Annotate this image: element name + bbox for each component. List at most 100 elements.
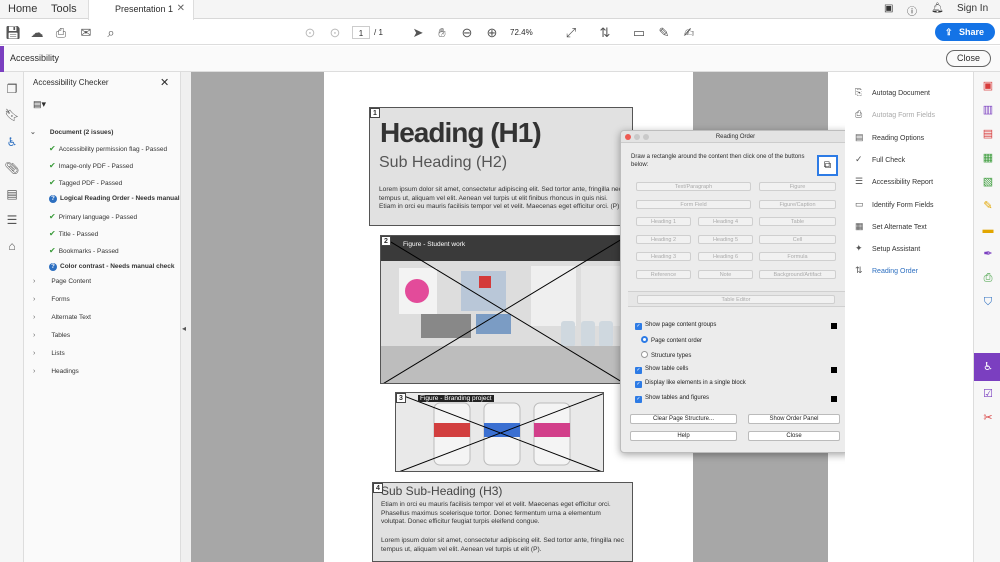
checker-item[interactable]: ✔ Primary language - Passed [49,212,137,221]
checker-close-icon[interactable]: ✕ [160,76,169,89]
close-dot-icon[interactable] [625,134,631,140]
tag-button[interactable]: Figure/Caption [759,199,836,209]
action-wizard-icon[interactable]: ☑ [980,386,996,402]
page-number-input[interactable]: 1 [352,26,370,39]
attachment-icon[interactable]: 📎︎ [4,161,20,177]
tag-button[interactable]: Text/Paragraph [636,182,751,191]
layers-icon[interactable]: ▤ [4,187,20,203]
more-tools-icon[interactable]: ✂ [980,410,996,426]
protect-icon[interactable]: ⛉ [980,294,996,310]
checker-item[interactable]: ✔ Title - Passed [49,229,98,238]
bookmark-icon[interactable]: 🔖︎ [4,108,20,124]
checker-item[interactable]: ✔ Image-only PDF - Passed [49,161,133,170]
show-groups-checkbox[interactable]: ✓ Show page content groups [635,322,716,330]
show-tables-checkbox[interactable]: ✓ Show tables and figures [635,395,709,403]
close-tab-icon[interactable]: ✕ [177,3,185,14]
tools-tab[interactable]: Tools [51,3,77,15]
print-production-icon[interactable]: ⎙ [980,270,996,286]
accessibility-rail-selected[interactable]: ♿︎ [974,353,1000,381]
search-icon[interactable]: ⌕ [103,25,119,41]
print-icon[interactable]: ⎙ [53,25,69,41]
document-node[interactable]: ⌄ Document (2 issues) [30,128,113,136]
collapse-arrow-icon[interactable]: ◂ [182,324,186,333]
tool-reading-options[interactable]: ▤ Reading Options [855,132,924,143]
content-group-4[interactable]: 4 Sub Sub-Heading (H3) Etiam in orci eu … [372,482,633,562]
zoom-out-icon[interactable]: ⊖ [459,25,475,41]
page-content-order-radio[interactable]: Page content order [641,336,702,344]
tag-button[interactable]: Table [759,217,836,226]
tag-button[interactable]: Heading 3 [636,252,691,261]
tool-autotag-document[interactable]: ⎘ Autotag Document [855,87,930,98]
close-accessibility-button[interactable]: Close [946,50,991,67]
scroll-mode-icon[interactable]: ⇅ [597,25,613,41]
checker-section[interactable]: › Alternate Text [33,314,91,321]
bell-icon[interactable]: 🔔︎ [931,3,944,14]
structure-types-radio[interactable]: Structure types [641,351,691,359]
tag-button[interactable]: Heading 6 [698,252,753,261]
tag-button[interactable]: Figure [759,182,836,191]
zoom-in-icon[interactable]: ⊕ [484,25,500,41]
checker-section[interactable]: › Forms [33,296,70,303]
tag-button[interactable]: Heading 2 [636,234,691,244]
save-icon[interactable]: 💾︎ [5,25,22,41]
combine-icon[interactable]: ▥ [980,102,996,118]
tag-button[interactable]: Heading 1 [636,217,691,226]
tool-setup-assistant[interactable]: ✦ Setup Assistant [855,243,920,254]
show-order-panel-button[interactable]: Show Order Panel [748,414,840,424]
organize-icon[interactable]: ▧ [980,174,996,190]
tool-set-alternate-text[interactable]: ▦ Set Alternate Text [855,221,927,232]
checker-section[interactable]: › Headings [33,368,79,375]
fill-sign-icon[interactable]: ✎ [980,198,996,214]
export-pdf-icon[interactable]: ▤ [980,126,996,142]
comment-tool-icon[interactable]: ▭ [631,25,647,41]
checker-item[interactable]: ? Logical Reading Order - Needs manual [49,195,180,203]
close-dialog-button[interactable]: Close [748,431,840,441]
content-group-3[interactable]: 3 Figure - Branding project [395,392,604,472]
options-menu-icon[interactable]: ▤▾ [33,99,46,110]
checker-section[interactable]: › Lists [33,350,65,357]
content-icon[interactable]: ☰ [4,213,20,229]
tag-button[interactable]: Heading 5 [698,234,753,244]
tag-button[interactable]: Heading 4 [698,217,753,226]
tool-reading-order[interactable]: ⇅ Reading Order [855,265,918,276]
tag-button[interactable]: Cell [759,234,836,244]
tool-identify-form-fields[interactable]: ▭ Identify Form Fields [855,199,933,210]
tag-button[interactable]: Background/Artifact [759,269,836,279]
table-editor-button[interactable]: Table Editor [637,295,835,304]
edit-pdf-icon[interactable]: ▦ [980,150,996,166]
checker-item[interactable]: ? Color contrast - Needs manual check [49,263,175,271]
sign-icon[interactable]: ✍︎ [681,25,697,41]
prev-page-icon[interactable]: ⊙ [302,25,318,41]
tool-autotag-form-fields[interactable]: ⎙ Autotag Form Fields [855,109,935,120]
checker-section[interactable]: › Tables [33,332,70,339]
comment-icon[interactable]: ▣ [884,3,893,14]
help-button[interactable]: Help [630,431,737,441]
sign-in-link[interactable]: Sign In [957,3,988,14]
cells-color-swatch[interactable] [831,367,837,373]
home-tab[interactable]: Home [8,3,37,15]
tags-icon[interactable]: ⌂ [4,239,20,255]
content-group-2[interactable]: 2 Figure - Student work [380,235,626,384]
highlight-icon[interactable]: ✎ [656,25,672,41]
upload-icon[interactable]: ☁ [29,25,45,41]
share-button[interactable]: ⇪ Share [935,23,995,41]
clear-structure-button[interactable]: Clear Page Structure... [630,414,737,424]
content-group-1[interactable]: 1 Heading (H1) Sub Heading (H2) Lorem ip… [369,107,633,226]
tag-button[interactable]: Reference [636,269,691,279]
create-pdf-icon[interactable]: ▣ [980,78,996,94]
document-tab[interactable]: Presentation 1 ✕ [88,0,194,20]
next-page-icon[interactable]: ⊙ [327,25,343,41]
stamp-icon[interactable]: ✒ [980,246,996,262]
tool-full-check[interactable]: ✓ Full Check [855,154,905,165]
tag-button[interactable]: Form Field [636,199,751,209]
zoom-level[interactable]: 72.4% [510,26,550,39]
panel-splitter[interactable]: ◂ [181,72,191,562]
tables-color-swatch[interactable] [831,396,837,402]
tool-accessibility-report[interactable]: ☰ Accessibility Report [855,176,933,187]
tag-button[interactable]: Note [698,269,753,279]
select-cursor-icon[interactable]: ➤ [410,25,426,41]
accessibility-icon[interactable]: ♿︎ [4,135,20,151]
comment-rail-icon[interactable]: ▬ [980,222,996,238]
checker-item[interactable]: ✔ Bookmarks - Passed [49,246,119,255]
checker-item[interactable]: ✔ Accessibility permission flag - Passed [49,144,167,153]
